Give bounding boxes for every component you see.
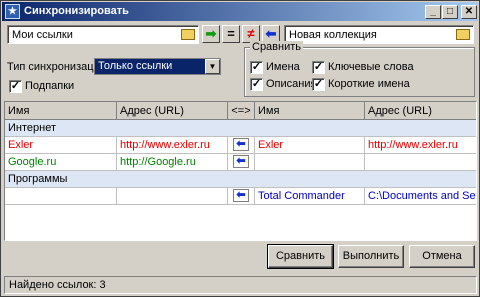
table-row[interactable]: ⬅ Total Commander C:\Documents and Setti… [5,188,476,205]
direction-cell[interactable]: ⬅ [228,188,255,205]
arrow-left-icon[interactable]: ⬅ [233,189,249,202]
keywords-label: Ключевые слова [328,61,414,73]
left-collection-field[interactable]: Мои ссылки [7,25,199,44]
compare-button[interactable]: Сравнить [267,244,334,269]
short-names-label: Короткие имена [328,78,410,90]
execute-button[interactable]: Выполнить [338,245,404,268]
chevron-down-icon[interactable]: ▼ [205,59,220,74]
folder-open-icon[interactable] [181,29,195,40]
right-collection-field[interactable]: Новая коллекция [284,25,474,44]
left-collection-value: Мои ссылки [12,29,73,41]
minimize-button[interactable]: _ [425,5,441,19]
arrow-left-icon[interactable]: ⬅ [233,138,249,151]
status-text: Найдено ссылок: 3 [9,279,106,291]
left-url-cell: http://www.exler.ru [117,137,228,154]
names-label: Имена [266,61,300,73]
left-url-cell: http://Google.ru [117,154,228,171]
star-icon: ★ [5,4,20,19]
left-url-cell [117,188,228,205]
sync-type-label: Тип синхронизации [7,61,106,73]
direction-cell[interactable]: ⬅ [228,154,255,171]
equal-button[interactable]: = [222,25,240,43]
descriptions-label: Описания [266,78,317,90]
right-name-cell: Total Commander [255,188,365,205]
header-right-url[interactable]: Адрес (URL) [365,102,476,120]
left-name-cell [5,188,117,205]
maximize-button[interactable]: □ [442,5,458,19]
subfolders-label: Подпапки [25,80,75,92]
descriptions-checkbox[interactable]: ✓ [250,78,263,91]
group-label: Программы [5,171,476,188]
group-row[interactable]: Программы [5,171,476,188]
header-direction[interactable]: <=> [228,102,255,120]
arrow-left-icon[interactable]: ⬅ [233,155,249,168]
close-button[interactable]: ✕ [461,5,477,19]
sync-type-select[interactable]: Только ссылки ▼ [94,58,221,75]
cancel-button[interactable]: Отмена [409,245,475,268]
status-bar: Найдено ссылок: 3 [4,276,477,294]
subfolders-checkbox[interactable]: ✓ [9,80,22,93]
copy-right-button[interactable]: ➡ [202,25,220,43]
header-right-name[interactable]: Имя [255,102,365,120]
comparison-grid[interactable]: Имя Адрес (URL) <=> Имя Адрес (URL) Инте… [4,101,477,241]
window-title: Синхронизировать [24,5,129,17]
title-bar[interactable]: ★ Синхронизировать _ □ ✕ [2,2,478,21]
sync-window: ★ Синхронизировать _ □ ✕ Мои ссылки ➡ = … [0,0,480,297]
direction-cell[interactable]: ⬅ [228,137,255,154]
right-name-cell: Exler [255,137,365,154]
right-url-cell [365,154,476,171]
right-url-cell: http://www.exler.ru [365,137,476,154]
group-row[interactable]: Интернет [5,120,476,137]
names-checkbox[interactable]: ✓ [250,61,263,74]
compare-group-title: Сравнить [250,41,304,53]
left-name-cell: Exler [5,137,117,154]
right-name-cell [255,154,365,171]
table-row[interactable]: Exler http://www.exler.ru ⬅ Exler http:/… [5,137,476,154]
table-row[interactable]: Google.ru http://Google.ru ⬅ [5,154,476,171]
right-collection-value: Новая коллекция [289,29,377,41]
folder-open-icon[interactable] [456,29,470,40]
keywords-checkbox[interactable]: ✓ [312,61,325,74]
group-label: Интернет [5,120,476,137]
sync-type-value: Только ссылки [98,60,173,72]
header-left-url[interactable]: Адрес (URL) [117,102,228,120]
short-names-checkbox[interactable]: ✓ [312,78,325,91]
header-left-name[interactable]: Имя [5,102,117,120]
right-url-cell: C:\Documents and Settin... [365,188,476,205]
left-name-cell: Google.ru [5,154,117,171]
